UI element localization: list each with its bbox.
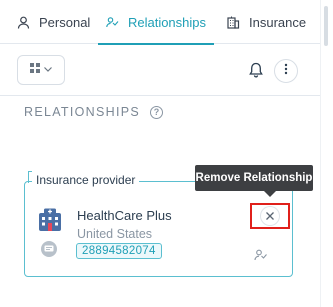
tooltip: Remove Relationship [195,165,313,191]
chevron-down-icon [43,61,53,79]
section-title: RELATIONSHIPS [24,105,140,119]
tab-relationships[interactable]: Relationships [98,0,214,45]
provider-country: United States [77,227,153,241]
building-icon [226,15,240,29]
relationship-type-label: Insurance provider [32,173,140,188]
chat-icon[interactable] [41,241,57,257]
tab-bar: Personal Relationships Insurance [0,0,320,45]
toolbar [0,44,320,96]
relationships-icon [106,16,119,29]
scrollbar-track [320,0,321,307]
more-options-button[interactable] [274,59,298,83]
bell-icon[interactable] [247,60,265,80]
close-icon [261,207,279,225]
help-icon[interactable]: ? [150,105,163,119]
hospital-icon [37,207,63,233]
tab-label: Relationships [127,14,207,30]
relationship-card [24,181,293,277]
grid-view-icon [29,61,41,79]
tab-insurance[interactable]: Insurance [226,0,306,44]
tab-label: Personal [39,14,91,30]
view-toggle-button[interactable] [17,55,65,85]
provider-id-badge[interactable]: 28894582074 [76,243,162,259]
tooltip-arrow [264,191,276,197]
provider-name: HealthCare Plus [77,208,172,223]
remove-relationship-button[interactable] [250,203,290,229]
linked-person-icon[interactable] [254,248,268,262]
tab-label: Insurance [249,14,307,30]
person-icon [17,16,30,29]
section-header: RELATIONSHIPS ? [24,104,163,120]
scrollbar-thumb[interactable] [324,6,328,46]
more-vertical-icon [284,62,288,80]
tab-personal[interactable]: Personal [17,0,90,44]
